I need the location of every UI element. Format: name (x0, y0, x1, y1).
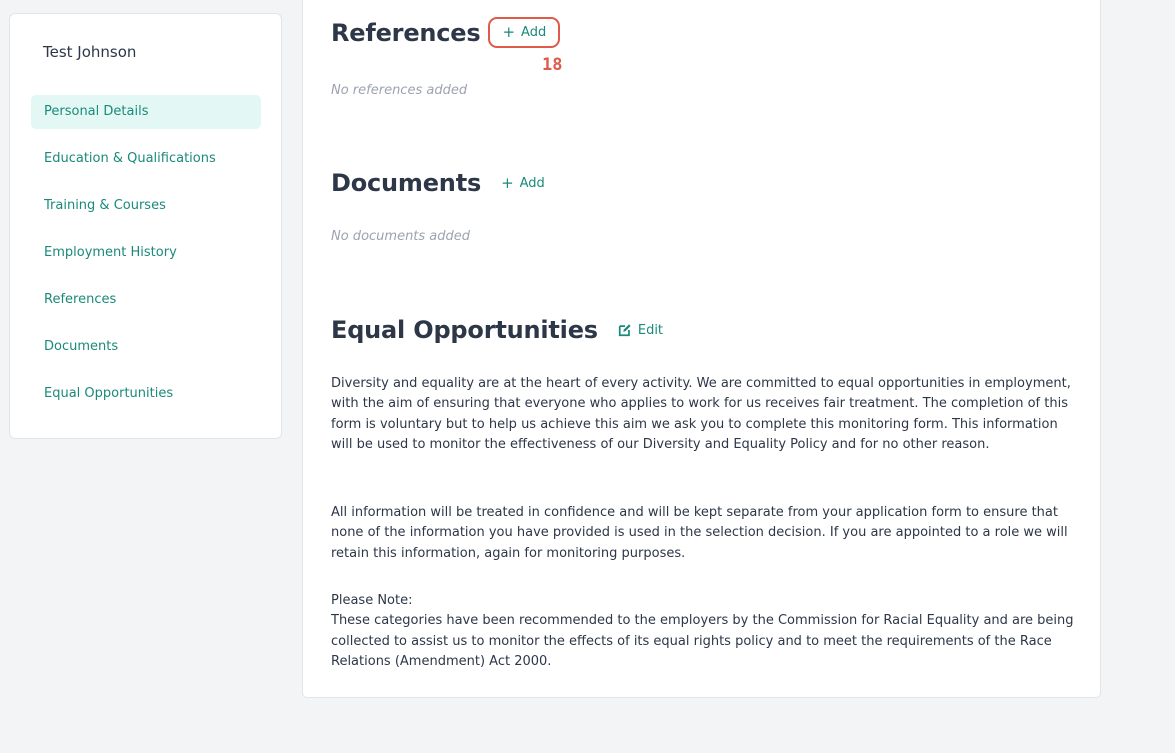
equal-opportunities-paragraph-1: Diversity and equality are at the heart … (331, 376, 1071, 452)
equal-opportunities-header: Equal Opportunities Edit (331, 316, 663, 344)
sidebar-item-references[interactable]: References (31, 283, 261, 317)
sidebar-item-training-courses[interactable]: Training & Courses (31, 189, 261, 223)
sidebar-nav: Personal Details Education & Qualificati… (31, 95, 261, 424)
references-title: References (331, 18, 481, 47)
sidebar-item-employment-history[interactable]: Employment History (31, 236, 261, 270)
sidebar-item-documents[interactable]: Documents (31, 330, 261, 364)
equal-opportunities-paragraph-2: All information will be treated in confi… (331, 505, 1068, 561)
equal-opportunities-title: Equal Opportunities (331, 316, 598, 344)
plus-icon: + (502, 23, 516, 41)
references-header: References + Add (331, 17, 561, 48)
references-empty-text: No references added (331, 83, 468, 98)
equal-opportunities-edit-button[interactable]: Edit (618, 323, 663, 338)
sidebar-item-equal-opportunities[interactable]: Equal Opportunities (31, 377, 261, 411)
main-panel: References + Add 18 No references added … (302, 0, 1101, 698)
documents-header: Documents + Add (331, 169, 545, 197)
documents-add-button[interactable]: + Add (501, 173, 545, 192)
equal-opportunities-edit-label: Edit (637, 322, 664, 338)
documents-empty-text: No documents added (331, 229, 471, 244)
sidebar-item-education-qualifications[interactable]: Education & Qualifications (31, 142, 261, 176)
note-heading: Please Note: (331, 593, 413, 608)
documents-add-label: Add (519, 175, 545, 191)
references-add-label: Add (521, 25, 547, 40)
sidebar: Test Johnson Personal Details Education … (9, 13, 282, 439)
note-text: These categories have been recommended t… (331, 613, 1074, 669)
equal-opportunities-note: Please Note: These categories have been … (331, 591, 1076, 672)
user-name: Test Johnson (43, 43, 137, 61)
references-add-button[interactable]: + Add (488, 17, 561, 48)
annotation-badge: 18 (542, 55, 563, 75)
edit-icon (618, 324, 631, 337)
documents-title: Documents (331, 169, 482, 197)
plus-icon: + (501, 173, 514, 192)
sidebar-item-personal-details[interactable]: Personal Details (31, 95, 261, 129)
